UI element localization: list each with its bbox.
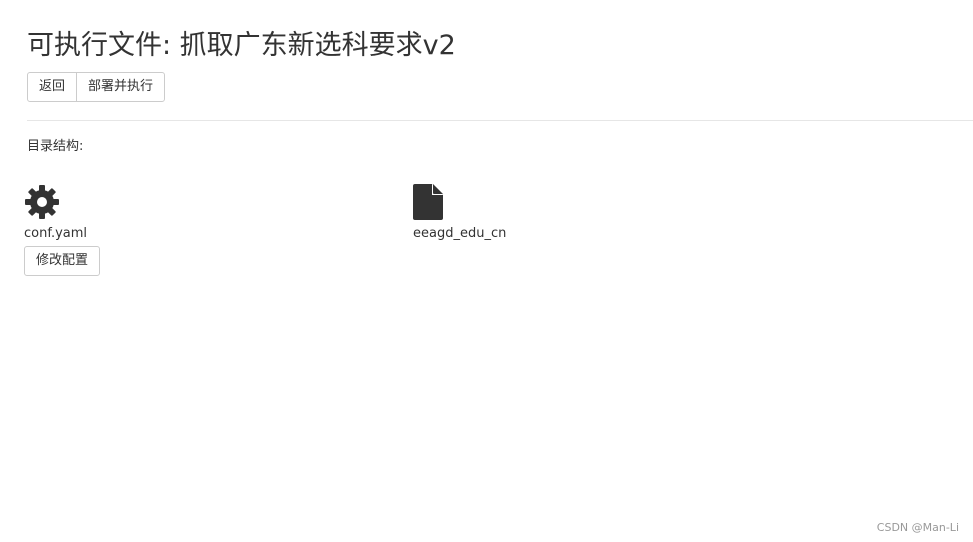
divider	[27, 120, 973, 121]
file-name[interactable]: eeagd_edu_cn	[413, 226, 506, 242]
page-title: 可执行文件: 抓取广东新选科要求v2	[27, 30, 456, 61]
file-name[interactable]: conf.yaml	[24, 226, 100, 242]
back-button[interactable]: 返回	[27, 72, 78, 102]
gear-icon[interactable]	[24, 184, 100, 222]
edit-config-button[interactable]: 修改配置	[24, 246, 101, 276]
file-item-conf-yaml: conf.yaml 修改配置	[24, 184, 101, 276]
directory-structure-label: 目录结构:	[27, 139, 84, 154]
watermark: CSDN @Man-Li	[876, 521, 959, 534]
deploy-and-run-button[interactable]: 部署并执行	[76, 72, 166, 102]
action-button-group: 返回 部署并执行	[27, 72, 166, 102]
file-item-eeagd-edu-cn: eeagd_edu_cn	[413, 184, 506, 242]
file-icon[interactable]	[413, 184, 506, 222]
